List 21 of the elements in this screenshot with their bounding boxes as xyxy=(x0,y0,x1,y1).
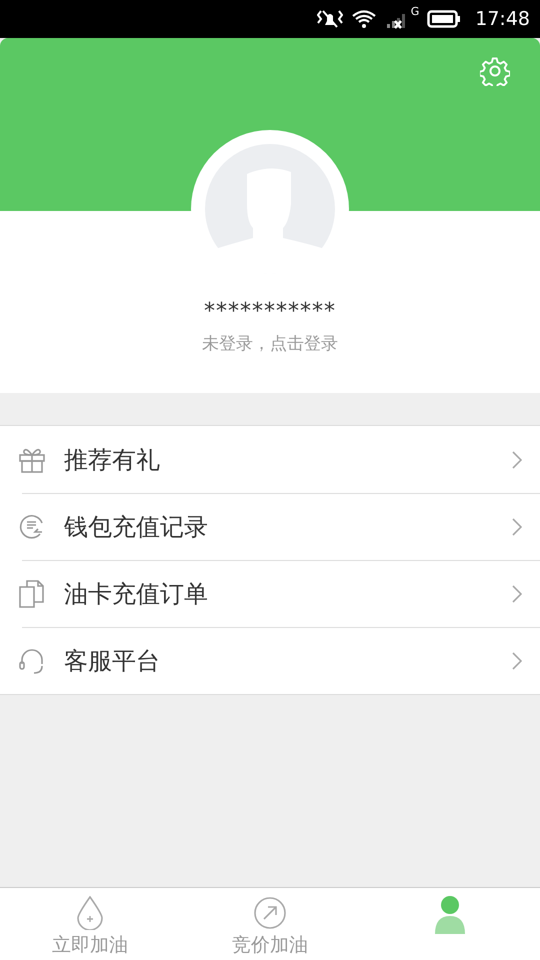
settings-icon[interactable] xyxy=(480,56,510,86)
network-type: G xyxy=(410,5,420,18)
menu-item[interactable]: 油卡充值订单 xyxy=(0,560,540,627)
clock-time: 17:48 xyxy=(475,8,530,30)
menu-item[interactable]: 客服平台 xyxy=(0,627,540,694)
chevron-icon xyxy=(512,518,522,536)
chevron-icon xyxy=(512,652,522,670)
drop-icon xyxy=(76,896,104,930)
battery-icon xyxy=(427,9,462,29)
gift-icon xyxy=(18,446,46,472)
chevron-icon xyxy=(512,584,522,602)
avatar-icon[interactable] xyxy=(205,144,335,274)
document-icon xyxy=(18,580,46,608)
silent-icon xyxy=(316,9,343,29)
headset-icon xyxy=(18,646,46,674)
menu-item[interactable]: 钱包充值记录 xyxy=(0,493,540,560)
person-icon xyxy=(433,896,467,934)
menu-item[interactable]: 推荐有礼 xyxy=(0,426,540,493)
username: *********** xyxy=(204,299,336,324)
wifi-icon xyxy=(350,9,377,29)
chevron-icon xyxy=(512,450,522,468)
